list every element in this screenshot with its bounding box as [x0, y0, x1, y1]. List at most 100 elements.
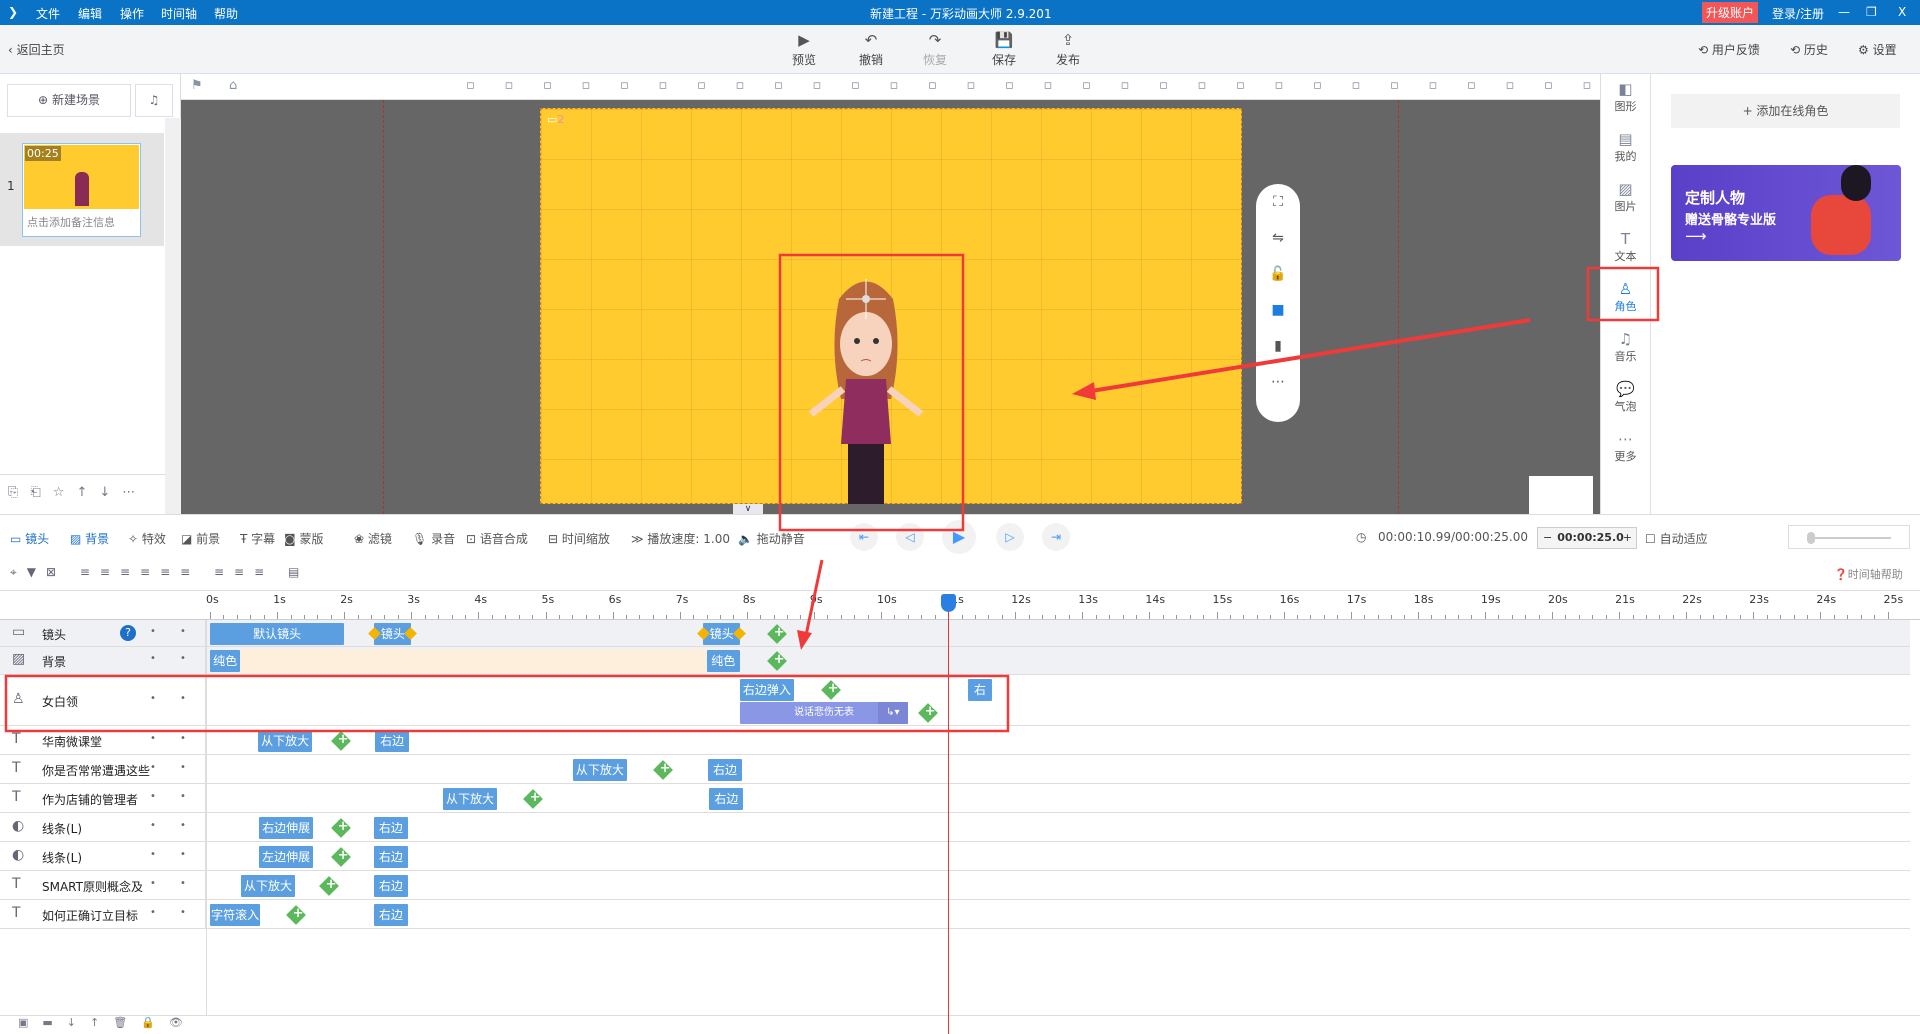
canvas-tool-icon[interactable]: ▫	[774, 78, 783, 93]
animation-block[interactable]: 右边	[373, 874, 408, 897]
menu-help[interactable]: 帮助	[214, 5, 238, 22]
collapse-chevron-icon[interactable]: ∨	[733, 504, 763, 514]
more-icon[interactable]: ⋯	[1256, 364, 1300, 400]
track-toggle-dot[interactable]: •	[180, 653, 186, 664]
track-toggle-dot[interactable]: •	[150, 820, 156, 831]
track-label[interactable]: T 华南微课堂 • •	[0, 726, 206, 754]
track-toggle-dot[interactable]: •	[180, 733, 186, 744]
canvas-tool-icon[interactable]: ▫	[1198, 78, 1207, 93]
animation-block[interactable]: 右	[968, 679, 992, 701]
add-animation-icon[interactable]	[767, 651, 787, 671]
scene-item[interactable]: 1 00:25 点击添加备注信息	[0, 133, 164, 246]
timeline-tool-4[interactable]: Ŧ 字幕	[240, 530, 275, 547]
track-row[interactable]: T 作为店铺的管理者 • • 从下放大 右边	[0, 784, 1910, 813]
scene-scrollbar[interactable]	[165, 118, 181, 514]
add-animation-icon[interactable]	[330, 846, 351, 867]
animation-block[interactable]: 纯色	[706, 650, 741, 672]
timeline-tool-0[interactable]: ▭ 镜头	[10, 530, 49, 547]
feedback-button[interactable]: ⟲ 用户反馈	[1698, 41, 1760, 58]
canvas-tool-icon[interactable]: ▫	[1506, 78, 1515, 93]
menu-operate[interactable]: 操作	[120, 5, 144, 22]
scene-actions[interactable]: ⎘⎗☆↑↓⋯	[0, 474, 165, 514]
track-row[interactable]: ▨ 背景 • • 纯色 纯色	[0, 647, 1910, 675]
animation-block[interactable]: 从下放大	[573, 758, 627, 781]
canvas-tool-icon[interactable]: ▫	[851, 78, 860, 93]
animation-block[interactable]: 右边	[373, 816, 408, 839]
canvas-tool-icon[interactable]: ▫	[659, 78, 668, 93]
canvas-area[interactable]: ▭2 ∨	[181, 100, 1600, 514]
sidebar-item-3[interactable]: T 文本	[1601, 224, 1650, 274]
animation-block[interactable]: 字符滚入	[210, 903, 261, 926]
track-row[interactable]: ♙ 女白领 • • 右边弹入 右说话悲伤无表 ↳▾	[0, 675, 1910, 726]
track-row[interactable]: T 华南微课堂 • • 从下放大 右边	[0, 726, 1910, 755]
sidebar-item-7[interactable]: ⋯ 更多	[1601, 424, 1650, 474]
track-toggle-dot[interactable]: •	[150, 733, 156, 744]
animation-block[interactable]: 右边伸展	[258, 816, 314, 839]
fit-screen-icon[interactable]: ⛶	[1256, 184, 1300, 220]
scene-music-button[interactable]: ♫	[135, 84, 173, 117]
timeline-tool-5[interactable]: ◙ 蒙版	[284, 530, 323, 547]
track-label[interactable]: ◐ 线条(L) • •	[0, 842, 206, 870]
animation-block[interactable]: 右边	[707, 758, 743, 781]
timeline-tool-7[interactable]: 🎙 录音	[412, 530, 455, 547]
timeline-tool-6[interactable]: ❀ 滤镜	[354, 530, 392, 547]
canvas-tool-icon[interactable]: ▫	[1121, 78, 1130, 93]
track-row[interactable]: ▭ 镜头? • • 默认镜头 镜头 镜头	[0, 620, 1910, 647]
add-animation-icon[interactable]	[767, 623, 787, 644]
timeline-tool-8[interactable]: ⊡ 语音合成	[466, 530, 528, 547]
track-tools[interactable]: ⌖▼⊠ ≡≡≡≡≡≡ ≡≡≡ ▤	[10, 565, 309, 580]
track-row[interactable]: ◐ 线条(L) • • 右边伸展 右边	[0, 813, 1910, 842]
canvas-tool-icon[interactable]: ▫	[505, 78, 514, 93]
close-button[interactable]: X	[1898, 5, 1906, 19]
canvas-tool-icon[interactable]: ▫	[1429, 78, 1438, 93]
canvas-tool-icon[interactable]: ▫	[1082, 78, 1091, 93]
timeline-tool-2[interactable]: ✧ 特效	[128, 530, 166, 547]
toolbar-save-button[interactable]: 💾 保存	[982, 31, 1026, 68]
new-scene-button[interactable]: ⊕ 新建场景	[7, 84, 131, 117]
camera-help-icon[interactable]: ?	[120, 625, 136, 641]
menu-edit[interactable]: 编辑	[78, 5, 102, 22]
add-animation-icon[interactable]	[820, 680, 841, 700]
animation-block[interactable]: 左边伸展	[258, 845, 314, 868]
canvas-tool-icon[interactable]: ▫	[967, 78, 976, 93]
track-row[interactable]: ◐ 线条(L) • • 左边伸展 右边	[0, 842, 1910, 871]
back-home-link[interactable]: ‹ 返回主页	[8, 41, 65, 58]
character-woman[interactable]	[791, 269, 941, 505]
canvas-tool-icon[interactable]: ▫	[1313, 78, 1322, 93]
scene-thumbnail[interactable]: 00:25 点击添加备注信息	[22, 143, 141, 237]
duration-stepper[interactable]: −00:00:25.0 +	[1537, 527, 1637, 549]
canvas-tool-icon[interactable]: ▫	[1159, 78, 1168, 93]
sidebar-item-5[interactable]: ♫ 音乐	[1601, 324, 1650, 374]
track-toggle-dot[interactable]: •	[150, 849, 156, 860]
track-label[interactable]: T 你是否常常遭遇这些 • •	[0, 755, 206, 783]
scene-note[interactable]: 点击添加备注信息	[27, 214, 115, 230]
track-label[interactable]: T SMART原则概念及 • •	[0, 871, 206, 899]
step-forward-icon[interactable]: ▷	[996, 523, 1024, 551]
canvas-tool-icon[interactable]: ▫	[1275, 78, 1284, 93]
canvas-tool-icon[interactable]: ▫	[1544, 78, 1553, 93]
minimize-button[interactable]: —	[1838, 5, 1850, 19]
animation-block[interactable]: 右边	[709, 787, 744, 810]
time-ruler[interactable]: 0s1s2s3s4s5s6s7s8s9s10s11s12s13s14s15s16…	[0, 590, 1920, 620]
track-label[interactable]: ▭ 镜头? • •	[0, 620, 206, 646]
canvas-tool-icon[interactable]: ▫	[697, 78, 706, 93]
menu-file[interactable]: 文件	[36, 5, 60, 22]
track-row[interactable]: T 如何正确订立目标 • • 字符滚入 右边	[0, 900, 1910, 929]
canvas-tool-icon[interactable]: ▫	[582, 78, 591, 93]
track-label[interactable]: T 如何正确订立目标 • •	[0, 900, 206, 928]
canvas-tool-icon[interactable]: ▫	[736, 78, 745, 93]
canvas-tool-icon[interactable]: ▫	[543, 78, 552, 93]
add-animation-icon[interactable]	[319, 875, 340, 896]
track-toggle-dot[interactable]: •	[150, 907, 156, 918]
sidebar-item-2[interactable]: ▨ 图片	[1601, 174, 1650, 224]
track-toggle-dot[interactable]: •	[150, 653, 156, 664]
animation-block[interactable]: 从下放大	[258, 729, 312, 752]
add-animation-icon[interactable]	[523, 788, 544, 809]
canvas-tool-icon[interactable]: ▫	[466, 78, 475, 93]
track-toggle-dot[interactable]: •	[180, 878, 186, 889]
expression-block[interactable]: 说话悲伤无表 ↳▾	[740, 702, 908, 724]
timeline-tool-10[interactable]: ≫ 播放速度: 1.00	[631, 530, 730, 547]
canvas-tool-icon[interactable]: ▫	[620, 78, 629, 93]
animation-block[interactable]: 默认镜头	[210, 622, 345, 645]
upgrade-button[interactable]: 升级账户	[1702, 2, 1759, 23]
